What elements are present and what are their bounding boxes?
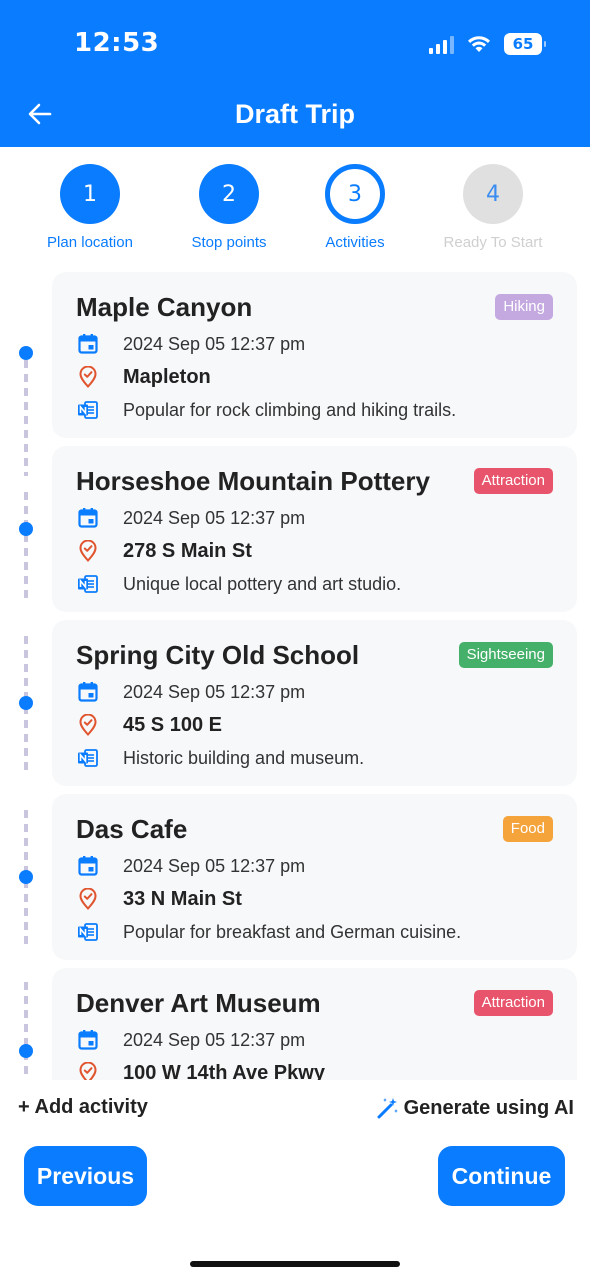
activity-note: Unique local pottery and art studio. <box>123 573 402 594</box>
activity-title: Denver Art Museum <box>76 988 321 1018</box>
step-label: Activities <box>325 234 385 251</box>
magic-wand-icon <box>377 1098 398 1119</box>
category-badge: Food <box>502 816 553 842</box>
previous-button[interactable]: Previous <box>24 1146 147 1206</box>
activity-datetime: 2024 Sep 05 12:37 pm <box>123 855 306 876</box>
activity-note: Popular for rock climbing and hiking tra… <box>123 399 457 420</box>
home-indicator <box>190 1261 400 1267</box>
battery-indicator: 65 <box>504 33 546 55</box>
add-activity-button[interactable]: + Add activity <box>18 1096 148 1119</box>
timeline-dot <box>19 696 33 710</box>
category-badge: Attraction <box>473 468 553 494</box>
activity-note-row: Historic building and museum. <box>76 746 364 770</box>
timeline-dot <box>19 1044 33 1058</box>
activity-note-row: Popular for rock climbing and hiking tra… <box>76 398 456 422</box>
timeline-dot <box>19 346 33 360</box>
activity-note: Historic building and museum. <box>123 747 365 768</box>
calendar-icon <box>76 1028 100 1052</box>
cellular-signal-icon <box>429 34 454 54</box>
location-pin-icon <box>76 1061 100 1080</box>
activity-card[interactable]: Horseshoe Mountain Pottery Attraction 20… <box>52 446 577 612</box>
activity-title: Maple Canyon <box>76 292 253 322</box>
continue-button[interactable]: Continue <box>438 1146 565 1206</box>
location-pin-icon <box>76 887 100 911</box>
activity-location: 278 S Main St <box>123 539 252 562</box>
step-number: 2 <box>199 164 259 224</box>
activity-title: Das Cafe <box>76 814 188 844</box>
activity-location: Mapleton <box>123 365 211 388</box>
step-number: 4 <box>463 164 523 224</box>
activity-note: Popular for breakfast and German cuisine… <box>123 921 462 942</box>
timeline-connector <box>24 360 28 476</box>
activity-datetime-row: 2024 Sep 05 12:37 pm <box>76 1028 305 1052</box>
step-label: Stop points <box>191 234 267 251</box>
activity-datetime: 2024 Sep 05 12:37 pm <box>123 333 306 354</box>
location-pin-icon <box>76 365 100 389</box>
activity-list[interactable]: Maple Canyon Hiking 2024 Sep 05 12:37 pm… <box>0 270 590 1080</box>
activity-datetime: 2024 Sep 05 12:37 pm <box>123 507 306 528</box>
notebook-icon <box>76 746 100 770</box>
activity-title: Spring City Old School <box>76 640 360 670</box>
step-number: 3 <box>325 164 385 224</box>
generate-ai-label: Generate using AI <box>403 1096 574 1119</box>
activity-card[interactable]: Denver Art Museum Attraction 2024 Sep 05… <box>52 968 577 1080</box>
timeline-dot <box>19 522 33 536</box>
activity-location-row: 33 N Main St <box>76 887 242 911</box>
calendar-icon <box>76 680 100 704</box>
timeline-connector <box>24 982 28 1080</box>
activity-actions: + Add activity Generate using AI <box>0 1092 590 1126</box>
location-pin-icon <box>76 539 100 563</box>
activity-location: 45 S 100 E <box>123 713 222 736</box>
calendar-icon <box>76 332 100 356</box>
notebook-icon <box>76 572 100 596</box>
activity-location: 100 W 14th Ave Pkwy <box>123 1061 325 1081</box>
app-header: 12:53 65 Draft Trip <box>0 0 590 147</box>
step-number: 1 <box>60 164 120 224</box>
timeline-dot <box>19 870 33 884</box>
activity-card[interactable]: Spring City Old School Sightseeing 2024 … <box>52 620 577 786</box>
generate-ai-button[interactable]: Generate using AI <box>376 1096 574 1120</box>
activity-datetime: 2024 Sep 05 12:37 pm <box>123 1029 306 1050</box>
calendar-icon <box>76 854 100 878</box>
status-time: 12:53 <box>74 28 160 58</box>
category-badge: Hiking <box>495 294 553 320</box>
step-ready-to-start[interactable]: 4 Ready To Start <box>428 164 558 251</box>
notebook-icon <box>76 920 100 944</box>
notebook-icon <box>76 398 100 422</box>
activity-location-row: 100 W 14th Ave Pkwy <box>76 1061 325 1080</box>
activity-datetime: 2024 Sep 05 12:37 pm <box>123 681 306 702</box>
activity-title: Horseshoe Mountain Pottery <box>76 466 430 496</box>
activity-datetime-row: 2024 Sep 05 12:37 pm <box>76 680 305 704</box>
activity-note-row: Unique local pottery and art studio. <box>76 572 401 596</box>
location-pin-icon <box>76 713 100 737</box>
calendar-icon <box>76 506 100 530</box>
page-title: Draft Trip <box>234 99 355 129</box>
trip-stepper: 1 Plan location 2 Stop points 3 Activiti… <box>0 164 590 256</box>
timeline-connector <box>24 492 28 602</box>
activity-location: 33 N Main St <box>123 887 242 910</box>
activity-location-row: Mapleton <box>76 365 211 389</box>
activity-datetime-row: 2024 Sep 05 12:37 pm <box>76 332 305 356</box>
step-activities[interactable]: 3 Activities <box>290 164 420 251</box>
activity-location-row: 278 S Main St <box>76 539 252 563</box>
activity-datetime-row: 2024 Sep 05 12:37 pm <box>76 854 305 878</box>
activity-location-row: 45 S 100 E <box>76 713 222 737</box>
status-icons: 65 <box>429 32 546 56</box>
step-label: Plan location <box>47 234 133 251</box>
wifi-icon <box>468 36 490 52</box>
step-label: Ready To Start <box>443 234 543 251</box>
activity-note-row: Popular for breakfast and German cuisine… <box>76 920 461 944</box>
category-badge: Attraction <box>473 990 553 1016</box>
activity-card[interactable]: Das Cafe Food 2024 Sep 05 12:37 pm 33 N … <box>52 794 577 960</box>
category-badge: Sightseeing <box>458 642 553 668</box>
activity-card[interactable]: Maple Canyon Hiking 2024 Sep 05 12:37 pm… <box>52 272 577 438</box>
step-stop-points[interactable]: 2 Stop points <box>164 164 294 251</box>
step-plan-location[interactable]: 1 Plan location <box>25 164 155 251</box>
activity-datetime-row: 2024 Sep 05 12:37 pm <box>76 506 305 530</box>
